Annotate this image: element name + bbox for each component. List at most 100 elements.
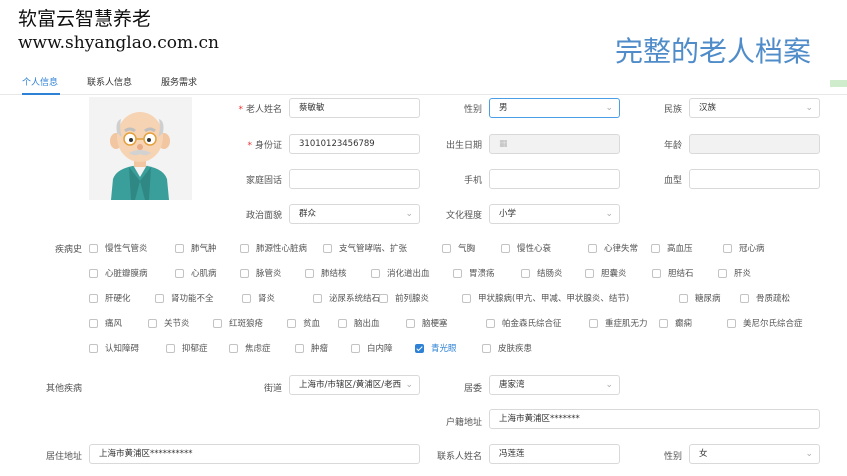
checkbox-icon[interactable] [589, 318, 598, 328]
checkbox-icon[interactable] [351, 343, 360, 353]
committee-select[interactable]: 唐家湾 ⌄ [489, 375, 620, 395]
checkbox-icon[interactable] [313, 293, 322, 303]
checkbox-icon[interactable] [240, 268, 249, 278]
checkbox-icon[interactable] [89, 293, 98, 303]
disease-checkbox[interactable]: 贫血 [287, 316, 320, 330]
checkbox-icon[interactable] [240, 243, 249, 253]
checkbox-icon[interactable] [659, 318, 668, 328]
disease-checkbox[interactable]: 痛风 [89, 316, 122, 330]
checkbox-icon[interactable] [585, 268, 594, 278]
hukou-address-input[interactable]: 上海市黄浦区******* [489, 409, 820, 429]
disease-checkbox[interactable]: 癫痫 [659, 316, 692, 330]
disease-checkbox[interactable]: 前列腺炎 [379, 291, 429, 305]
disease-checkbox[interactable]: 泌尿系统结石 [313, 291, 380, 305]
checkbox-icon[interactable] [305, 268, 314, 278]
disease-checkbox[interactable]: 慢性气管炎 [89, 241, 148, 255]
disease-checkbox[interactable]: 关节炎 [148, 316, 190, 330]
checkbox-icon[interactable] [148, 318, 157, 328]
disease-checkbox[interactable]: 美尼尔氏综合症 [727, 316, 803, 330]
checkbox-icon[interactable] [213, 318, 222, 328]
birth-date-input[interactable]: ▦ [489, 134, 620, 154]
checkbox-icon[interactable] [338, 318, 347, 328]
disease-checkbox[interactable]: 白内障 [351, 341, 393, 355]
blood-type-input[interactable] [689, 169, 820, 189]
tab-contact-info[interactable]: 联系人信息 [87, 75, 132, 88]
disease-checkbox[interactable]: 心脏瓣膜病 [89, 266, 148, 280]
elder-name-input[interactable]: 蔡敏敏 [289, 98, 420, 118]
disease-checkbox[interactable]: 肿瘤 [295, 341, 328, 355]
checkbox-icon[interactable] [727, 318, 736, 328]
tab-personal-info[interactable]: 个人信息 [22, 75, 58, 88]
ethnicity-select[interactable]: 汉族 ⌄ [689, 98, 820, 118]
checkbox-icon[interactable] [175, 268, 184, 278]
checkbox-icon[interactable] [89, 268, 98, 278]
age-input[interactable] [689, 134, 820, 154]
disease-checkbox[interactable]: 肺结核 [305, 266, 347, 280]
checkbox-icon[interactable] [229, 343, 238, 353]
disease-checkbox[interactable]: 消化道出血 [371, 266, 430, 280]
checkbox-icon[interactable] [89, 243, 98, 253]
disease-checkbox[interactable]: 慢性心衰 [501, 241, 551, 255]
checkbox-icon[interactable] [486, 318, 495, 328]
disease-checkbox[interactable]: 帕金森氏综合征 [486, 316, 562, 330]
checkbox-icon[interactable] [588, 243, 597, 253]
checkbox-icon[interactable] [287, 318, 296, 328]
checkbox-icon[interactable] [379, 293, 388, 303]
id-card-input[interactable]: 31010123456789 [289, 134, 420, 154]
checkbox-icon[interactable] [462, 293, 471, 303]
street-select[interactable]: 上海市/市辖区/黄浦区/老西 ⌄ [289, 375, 420, 395]
disease-checkbox[interactable]: 抑郁症 [166, 341, 208, 355]
contact-gender-select[interactable]: 女 ⌄ [689, 444, 820, 464]
checkbox-icon[interactable] [406, 318, 415, 328]
contact-name-input[interactable]: 冯莲莲 [489, 444, 620, 464]
disease-checkbox[interactable]: 肾炎 [242, 291, 275, 305]
disease-checkbox[interactable]: 焦虑症 [229, 341, 271, 355]
disease-checkbox[interactable]: 胆囊炎 [585, 266, 627, 280]
checkbox-icon[interactable] [718, 268, 727, 278]
gender-select[interactable]: 男 ⌄ [489, 98, 620, 118]
checkbox-icon[interactable] [323, 243, 332, 253]
disease-checkbox[interactable]: 气胸 [442, 241, 475, 255]
checkbox-icon[interactable] [155, 293, 164, 303]
checkbox-icon[interactable] [501, 243, 510, 253]
checkbox-icon[interactable] [453, 268, 462, 278]
checkbox-checked-icon[interactable] [415, 343, 424, 353]
residence-address-input[interactable]: 上海市黄浦区********** [89, 444, 420, 464]
home-phone-input[interactable] [289, 169, 420, 189]
disease-checkbox[interactable]: 肾功能不全 [155, 291, 214, 305]
tab-service-needs[interactable]: 服务需求 [161, 75, 197, 88]
checkbox-icon[interactable] [175, 243, 184, 253]
disease-checkbox[interactable]: 心肌病 [175, 266, 217, 280]
disease-checkbox[interactable]: 脑梗塞 [406, 316, 448, 330]
checkbox-icon[interactable] [295, 343, 304, 353]
disease-checkbox[interactable]: 肝炎 [718, 266, 751, 280]
checkbox-icon[interactable] [651, 243, 660, 253]
disease-checkbox[interactable]: 胃溃疡 [453, 266, 495, 280]
disease-checkbox[interactable]: 红斑狼疮 [213, 316, 263, 330]
disease-checkbox[interactable]: 认知障碍 [89, 341, 139, 355]
checkbox-icon[interactable] [89, 343, 98, 353]
disease-checkbox[interactable]: 脑出血 [338, 316, 380, 330]
checkbox-icon[interactable] [482, 343, 491, 353]
checkbox-icon[interactable] [679, 293, 688, 303]
checkbox-icon[interactable] [89, 318, 98, 328]
checkbox-icon[interactable] [652, 268, 661, 278]
disease-checkbox[interactable]: 糖尿病 [679, 291, 721, 305]
checkbox-icon[interactable] [740, 293, 749, 303]
checkbox-icon[interactable] [521, 268, 530, 278]
checkbox-icon[interactable] [723, 243, 732, 253]
disease-checkbox[interactable]: 支气管哮喘、扩张 [323, 241, 407, 255]
disease-checkbox[interactable]: 肺气肿 [175, 241, 217, 255]
disease-checkbox[interactable]: 结肠炎 [521, 266, 563, 280]
disease-checkbox[interactable]: 肺源性心脏病 [240, 241, 307, 255]
disease-checkbox[interactable]: 高血压 [651, 241, 693, 255]
disease-checkbox[interactable]: 重症肌无力 [589, 316, 648, 330]
political-status-select[interactable]: 群众 ⌄ [289, 204, 420, 224]
mobile-input[interactable] [489, 169, 620, 189]
disease-checkbox[interactable]: 肝硬化 [89, 291, 131, 305]
checkbox-icon[interactable] [442, 243, 451, 253]
disease-checkbox[interactable]: 青光眼 [415, 341, 457, 355]
disease-checkbox[interactable]: 骨质疏松 [740, 291, 790, 305]
disease-checkbox[interactable]: 甲状腺病(甲亢、甲减、甲状腺炎、结节) [462, 291, 629, 305]
education-select[interactable]: 小学 ⌄ [489, 204, 620, 224]
